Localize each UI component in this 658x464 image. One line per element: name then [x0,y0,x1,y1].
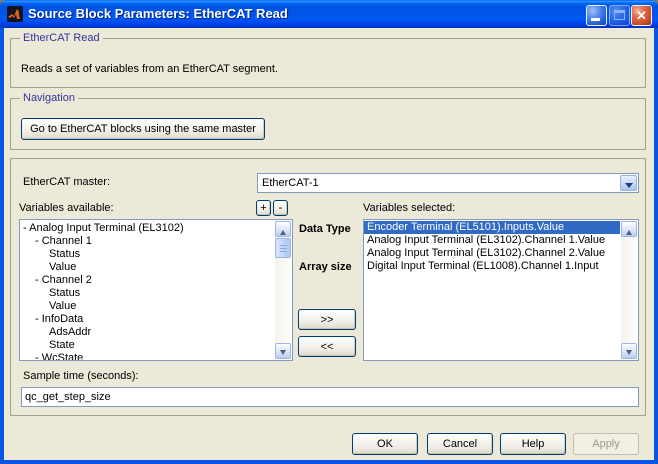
remove-variable-button[interactable]: << [298,336,356,357]
tree-item[interactable]: AdsAddr [20,326,274,339]
tree-item[interactable]: Value [20,261,274,274]
selected-scrollbar[interactable] [621,221,637,359]
add-variable-button[interactable]: >> [298,309,356,330]
collapse-all-button[interactable]: - [273,200,288,216]
master-value: EtherCAT-1 [262,177,319,189]
ok-button[interactable]: OK [352,433,418,455]
navigation-group: Navigation Go to EtherCAT blocks using t… [10,92,646,150]
tree-item[interactable]: State [20,339,274,352]
close-icon: ✕ [636,8,647,23]
matlab-logo-icon [7,6,23,22]
dialog-body: EtherCAT Read Reads a set of variables f… [4,28,654,460]
navigation-group-title: Navigation [20,92,78,104]
titlebar[interactable]: Source Block Parameters: EtherCAT Read ✕ [0,0,658,28]
sample-time-label: Sample time (seconds): [23,370,139,382]
expand-all-button[interactable]: + [256,200,271,216]
arrow-down-icon [626,350,632,358]
tree-item[interactable]: - Channel 2 [20,274,274,287]
available-scrollbar[interactable] [275,221,291,359]
close-button[interactable]: ✕ [631,5,652,26]
tree-item[interactable]: - Channel 1 [20,235,274,248]
scroll-up-button[interactable] [621,221,637,237]
goto-blocks-button[interactable]: Go to EtherCAT blocks using the same mas… [21,118,265,140]
selected-item[interactable]: Encoder Terminal (EL5101).Inputs.Value [364,221,620,234]
scroll-down-button[interactable] [275,343,291,359]
help-button[interactable]: Help [500,433,566,455]
ethercat-read-group: EtherCAT Read Reads a set of variables f… [10,32,646,88]
available-list[interactable]: - Analog Input Terminal (EL3102) - Channe… [19,219,293,361]
data-type-label: Data Type [299,223,351,235]
scroll-up-button[interactable] [275,221,291,237]
selected-label: Variables selected: [363,202,456,214]
ethercat-read-group-title: EtherCAT Read [20,32,103,44]
selected-item[interactable]: Analog Input Terminal (EL3102).Channel 2… [364,247,620,260]
maximize-button [609,5,630,26]
dialog-window: Source Block Parameters: EtherCAT Read ✕… [0,0,658,464]
apply-button: Apply [573,433,639,455]
tree-item[interactable]: - InfoData [20,313,274,326]
scroll-down-button[interactable] [621,343,637,359]
chevron-down-icon [625,183,633,192]
selected-list[interactable]: Encoder Terminal (EL5101).Inputs.Value An… [363,219,639,361]
arrow-up-icon [626,227,632,235]
sample-time-input[interactable] [21,387,639,407]
array-size-label: Array size [299,261,352,273]
tree-item[interactable]: Status [20,287,274,300]
tree-item[interactable]: Status [20,248,274,261]
arrow-down-icon [280,350,286,358]
tree-item[interactable]: - WcState [20,352,274,360]
available-label: Variables available: [19,202,114,214]
block-description: Reads a set of variables from an EtherCA… [21,63,278,75]
maximize-icon [614,10,625,20]
parameters-group: EtherCAT master: EtherCAT-1 Variables av… [10,158,646,416]
combo-dropdown-button[interactable] [620,175,637,191]
selected-item[interactable]: Analog Input Terminal (EL3102).Channel 1… [364,234,620,247]
master-label: EtherCAT master: [23,176,111,188]
cancel-button[interactable]: Cancel [427,433,493,455]
window-title: Source Block Parameters: EtherCAT Read [28,6,288,21]
tree-item[interactable]: Value [20,300,274,313]
selected-item[interactable]: Digital Input Terminal (EL1008).Channel … [364,260,620,273]
tree-item[interactable]: - Analog Input Terminal (EL3102) [20,222,274,235]
minimize-button[interactable] [586,5,607,26]
grip-icon [280,245,287,252]
master-combobox[interactable]: EtherCAT-1 [257,173,639,193]
minimize-icon [591,18,600,21]
scrollbar-thumb[interactable] [275,238,291,258]
arrow-up-icon [280,227,286,235]
